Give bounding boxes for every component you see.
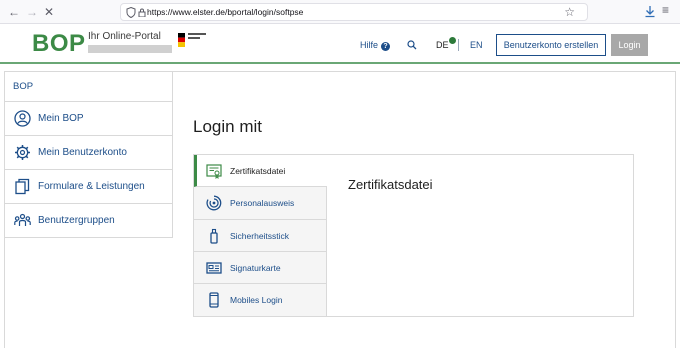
tab-label: Sicherheitsstick bbox=[230, 230, 290, 241]
tab-label: Signaturkarte bbox=[230, 262, 281, 273]
sidebar-item-label: Mein Benutzerkonto bbox=[38, 147, 127, 158]
usb-stick-icon bbox=[210, 228, 218, 244]
help-label: Hilfe bbox=[360, 40, 379, 50]
url-host: elster.de bbox=[192, 7, 225, 17]
lang-de[interactable]: DE bbox=[436, 40, 449, 50]
tab-signaturkarte[interactable]: Signaturkarte bbox=[194, 251, 327, 285]
person-circle-icon bbox=[14, 110, 31, 127]
content-title: Zertifikatsdatei bbox=[348, 177, 433, 192]
help-link[interactable]: Hilfe? bbox=[360, 40, 391, 51]
url-prefix: https://www. bbox=[147, 7, 193, 17]
browser-toolbar: ← → ✕ https://www.elster.de/bportal/logi… bbox=[0, 0, 680, 24]
tab-zertifikatsdatei[interactable]: Zertifikatsdatei bbox=[194, 155, 327, 188]
login-button[interactable]: Login bbox=[611, 34, 648, 56]
id-card-icon bbox=[206, 195, 222, 211]
lock-icon[interactable] bbox=[138, 8, 146, 17]
login-method-tabs: Zertifikatsdatei Personalausweis Sicherh… bbox=[194, 155, 327, 317]
url-path: /bportal/login/softpse bbox=[224, 7, 304, 17]
search-icon[interactable] bbox=[407, 40, 417, 50]
help-circle-icon: ? bbox=[381, 42, 391, 51]
logo-subtitle: Ihr Online-Portal bbox=[88, 31, 161, 42]
page-body: BOP Mein BOP Mein Benutzerkonto Formular… bbox=[0, 66, 680, 348]
address-bar[interactable]: https://www.elster.de/bportal/login/soft… bbox=[120, 3, 588, 21]
sidebar-item-benutzergruppen[interactable]: Benutzergruppen bbox=[5, 204, 172, 238]
sidebar-item-label: Benutzergruppen bbox=[38, 215, 115, 226]
mobile-phone-icon bbox=[209, 292, 219, 308]
url-text: https://www.elster.de/bportal/login/soft… bbox=[147, 7, 303, 17]
bookmark-star-icon[interactable]: ☆ bbox=[564, 5, 575, 19]
sidebar-item-label: Mein BOP bbox=[38, 113, 84, 124]
stop-icon[interactable]: ✕ bbox=[41, 4, 57, 20]
tab-label: Mobiles Login bbox=[230, 295, 283, 306]
lang-separator bbox=[458, 39, 459, 51]
tab-sicherheitsstick[interactable]: Sicherheitsstick bbox=[194, 219, 327, 252]
sidebar-item-mein-bop[interactable]: Mein BOP bbox=[5, 102, 172, 136]
signature-card-icon bbox=[206, 262, 222, 274]
federal-eagle-icon bbox=[178, 33, 185, 47]
tab-label: Zertifikatsdatei bbox=[230, 166, 286, 176]
download-icon[interactable] bbox=[644, 5, 656, 18]
sidebar-item-label: Formulare & Leistungen bbox=[38, 181, 145, 192]
forward-icon[interactable]: → bbox=[24, 4, 40, 20]
sidebar-item-benutzerkonto[interactable]: Mein Benutzerkonto bbox=[5, 136, 172, 170]
page-title: Login mit bbox=[193, 117, 262, 136]
sidebar: BOP Mein BOP Mein Benutzerkonto Formular… bbox=[5, 72, 173, 238]
documents-icon bbox=[15, 178, 30, 195]
register-button[interactable]: Benutzerkonto erstellen bbox=[496, 34, 606, 56]
sidebar-item-formulare[interactable]: Formulare & Leistungen bbox=[5, 170, 172, 204]
logo-placeholder-bar bbox=[88, 45, 172, 53]
tab-mobiles-login[interactable]: Mobiles Login bbox=[194, 284, 327, 317]
login-panel: Zertifikatsdatei Personalausweis Sicherh… bbox=[193, 154, 634, 317]
shield-icon[interactable] bbox=[126, 7, 136, 18]
gear-icon bbox=[15, 145, 30, 160]
logo[interactable]: BOP bbox=[32, 30, 86, 58]
menu-icon[interactable]: ≡ bbox=[662, 3, 669, 17]
tab-label: Personalausweis bbox=[230, 198, 295, 209]
ministry-logo-icon bbox=[188, 33, 206, 39]
tab-personalausweis[interactable]: Personalausweis bbox=[194, 187, 327, 220]
check-icon bbox=[449, 37, 456, 44]
group-icon bbox=[14, 213, 31, 226]
site-header: BOP Ihr Online-Portal Hilfe? DE EN Benut… bbox=[0, 24, 680, 64]
lang-en[interactable]: EN bbox=[470, 40, 483, 50]
sidebar-title[interactable]: BOP bbox=[5, 72, 172, 102]
certificate-icon bbox=[206, 164, 222, 179]
back-icon[interactable]: ← bbox=[6, 4, 22, 20]
